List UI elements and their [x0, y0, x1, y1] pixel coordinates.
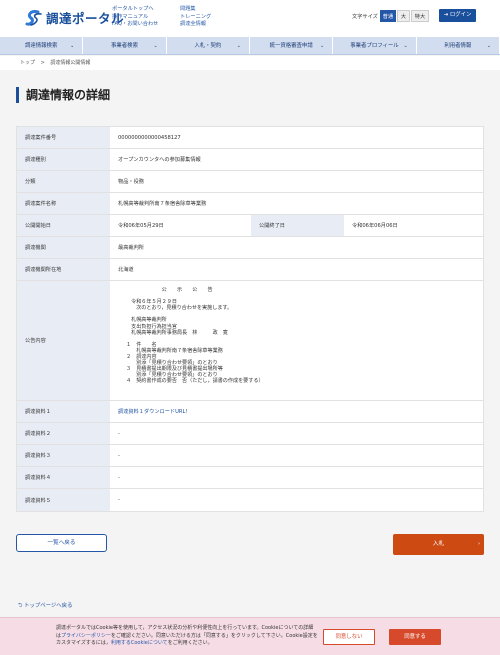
table-row: 調達資料２ - [17, 423, 483, 445]
chevron-down-icon: ⌄ [403, 43, 408, 49]
page-title: 調達情報の詳細 [16, 87, 110, 103]
org-value: 最高裁判所 [118, 245, 144, 251]
font-size-large-button[interactable]: 大 [397, 10, 410, 22]
font-size-label: 文字サイズ [352, 14, 378, 20]
table-row: 調達案件名称 札幌高等裁判所南７条宿舎除草等業務 [17, 193, 483, 215]
location-value: 北海道 [118, 267, 134, 273]
row-label: 分類 [17, 171, 110, 192]
nav-item-vendor-search[interactable]: 事業者検索 ⌄ [83, 37, 167, 54]
login-button[interactable]: ⇥ ログイン [439, 9, 476, 22]
doc-4-value: - [118, 474, 120, 481]
table-row: 公開開始日 令和06年05月29日 公開終了日 令和06年06月06日 [17, 215, 483, 237]
breadcrumb-current: 調達情報公開情報 [50, 60, 91, 66]
header-links-secondary: 問題集 トレーニング 調達全情報 [180, 6, 211, 29]
back-to-list-button[interactable]: 一覧へ戻る [16, 534, 107, 552]
breadcrumb: トップ > 調達情報公開情報 [0, 56, 500, 70]
row-label: 公開終了日 [251, 215, 344, 236]
table-row: 公告内容 公 示 公 告 令和６年５月２９日 次のとおり，見積り合わせを実施しま… [17, 281, 483, 401]
header-link-portal-top[interactable]: ポータルトップへ [112, 6, 158, 14]
nav-item-vendor-profile[interactable]: 事業者プロフィール ⌄ [333, 37, 417, 54]
header-links-primary: ポータルトップへ 操作マニュアル FAQ・お問い合わせ [112, 6, 158, 29]
row-label: 調達種別 [17, 149, 110, 170]
login-icon: ⇥ [443, 12, 449, 18]
table-row: 調達資料１ 調達資料１ダウンロードURL！ [17, 401, 483, 423]
cookie-decline-button[interactable]: 同意しない [323, 629, 375, 645]
nav-label: 統一資格審査申請 [269, 43, 313, 49]
row-label: 調達資料５ [17, 489, 110, 511]
cookie-text-part: をご利用ください。 [167, 640, 213, 646]
category-value: 物品・役務 [118, 179, 144, 185]
case-number-value: 0000000000000458127 [118, 134, 181, 141]
nav-label: 入札・契約 [194, 43, 222, 49]
case-name-value: 札幌高等裁判所南７条宿舎除草等業務 [118, 201, 207, 207]
table-row: 調達案件番号 0000000000000458127 [17, 127, 483, 149]
cookie-banner: 調達ポータルではCookie等を使用して，アクセス状況の分析や利便性向上を行って… [0, 617, 500, 655]
type-value: オープンカウンタへの参加募集情報 [118, 157, 201, 163]
site-logo[interactable]: 調達ポータル [25, 8, 124, 27]
end-date-value: 令和06年06月06日 [352, 223, 398, 229]
row-label: 調達資料３ [17, 445, 110, 466]
font-size-normal-button[interactable]: 普通 [380, 10, 396, 22]
chevron-down-icon: ⌄ [320, 43, 325, 49]
nav-item-user-info[interactable]: 利用者情報 ⌄ [417, 37, 500, 54]
chevron-down-icon: ⌄ [70, 43, 75, 49]
doc-3-value: - [118, 452, 120, 459]
breadcrumb-separator: > [40, 60, 45, 66]
doc-1-download-link[interactable]: 調達資料１ダウンロードURL！ [110, 401, 483, 422]
row-label: 調達資料１ [17, 401, 110, 422]
nav-item-procurement-search[interactable]: 調達情報検索 ⌄ [0, 37, 84, 54]
chevron-right-icon: › [478, 541, 480, 547]
row-label: 調達資料４ [17, 467, 110, 488]
bid-button[interactable]: 入札 › [393, 534, 484, 555]
header-link-faq[interactable]: FAQ・お問い合わせ [112, 21, 158, 29]
row-label: 調達機関所在地 [17, 259, 110, 280]
start-date-value: 令和06年05月29日 [118, 223, 164, 229]
table-row: 調達資料４ - [17, 467, 483, 489]
back-to-top-label: トップページへ戻る [24, 603, 73, 609]
nav-label: 利用者情報 [444, 43, 472, 49]
privacy-policy-link[interactable]: プライバシーポリシー [61, 633, 111, 639]
nav-item-bidding[interactable]: 入札・契約 ⌄ [167, 37, 250, 54]
notice-content: 公 示 公 告 令和６年５月２９日 次のとおり，見積り合わせを実施します。 札幌… [126, 287, 264, 385]
back-to-top-link[interactable]: ⮌ トップページへ戻る [18, 601, 72, 611]
detail-table: 調達案件番号 0000000000000458127 調達種別 オープンカウンタ… [16, 126, 484, 512]
header-link-questions[interactable]: 問題集 [180, 6, 211, 14]
nav-item-qualification[interactable]: 統一資格審査申請 ⌄ [250, 37, 334, 54]
cookie-message: 調達ポータルではCookie等を使用して，アクセス状況の分析や利便性向上を行って… [56, 625, 318, 648]
row-label: 調達案件番号 [17, 127, 110, 148]
table-row: 調達資料５ - [17, 489, 483, 511]
nav-label: 調達情報検索 [24, 43, 58, 49]
site-header: 調達ポータル ポータルトップへ 操作マニュアル FAQ・お問い合わせ 問題集 ト… [0, 0, 500, 37]
login-label: ログイン [449, 12, 472, 18]
breadcrumb-top-link[interactable]: トップ [20, 60, 35, 66]
table-row: 分類 物品・役務 [17, 171, 483, 193]
chevron-down-icon: ⌄ [486, 43, 491, 49]
table-row: 調達資料３ - [17, 445, 483, 467]
table-row: 調達種別 オープンカウンタへの参加募集情報 [17, 149, 483, 171]
notice-cell: 公 示 公 告 令和６年５月２９日 次のとおり，見積り合わせを実施します。 札幌… [110, 281, 483, 400]
nav-label: 事業者検索 [111, 43, 138, 49]
nav-label: 事業者プロフィール [350, 43, 399, 49]
main-nav: 調達情報検索 ⌄ 事業者検索 ⌄ 入札・契約 ⌄ 統一資格審査申請 ⌄ 事業者プロフィー… [0, 37, 500, 55]
row-label: 公告内容 [17, 281, 110, 400]
doc-5-value: - [118, 497, 120, 503]
table-row: 調達機関 最高裁判所 [17, 237, 483, 259]
chevron-down-icon: ⌄ [153, 43, 158, 49]
bid-label: 入札 [432, 541, 445, 547]
logo-mark-icon [25, 9, 42, 26]
row-label: 公開開始日 [17, 215, 110, 236]
row-label: 調達案件名称 [17, 193, 110, 214]
return-arrow-icon: ⮌ [18, 603, 23, 609]
cookie-settings-link[interactable]: 利用するCookieについて [111, 640, 168, 646]
row-label: 調達資料２ [17, 423, 110, 444]
chevron-down-icon: ⌄ [236, 43, 241, 49]
row-label: 調達機関 [17, 237, 110, 258]
font-size-xlarge-button[interactable]: 特大 [411, 10, 429, 22]
header-link-all-info[interactable]: 調達全情報 [180, 21, 211, 29]
doc-2-value: - [118, 430, 120, 437]
cookie-accept-button[interactable]: 同意する [389, 629, 441, 645]
table-row: 調達機関所在地 北海道 [17, 259, 483, 281]
